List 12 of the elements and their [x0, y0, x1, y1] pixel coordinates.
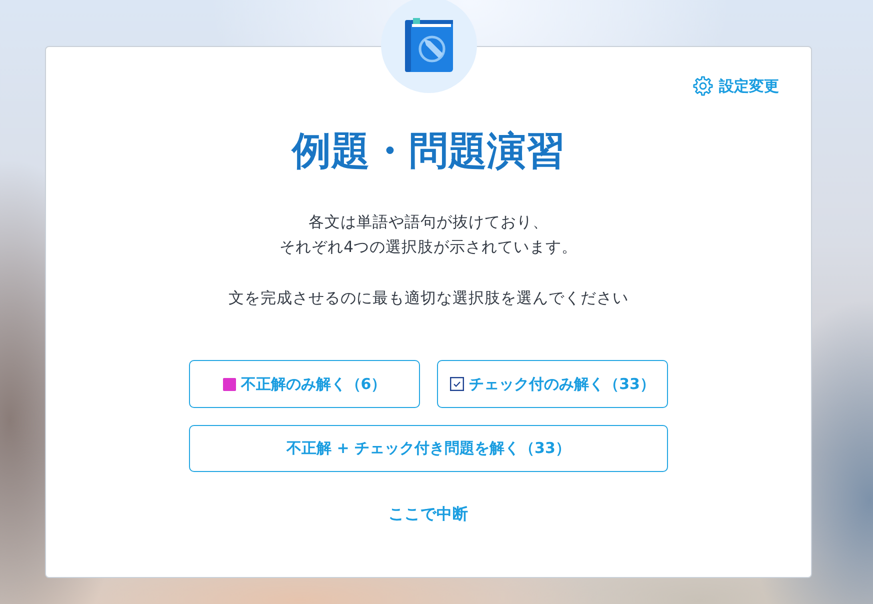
- solve-button[interactable]: 不正解のみ解く（6）: [189, 360, 420, 408]
- settings-link[interactable]: 設定変更: [693, 74, 779, 98]
- quit-link[interactable]: ここで中断: [388, 502, 468, 526]
- instruction-text: 文を完成させるのに最も適切な選択肢を選んでください: [228, 288, 628, 309]
- solve-button[interactable]: 不正解 + チェック付き問題を解く（33）: [189, 425, 668, 472]
- solve-button[interactable]: チェック付のみ解く（33）: [437, 360, 668, 408]
- settings-icon: [693, 76, 713, 96]
- checkbox-icon: [450, 377, 464, 391]
- page-title: 例題・問題演習: [292, 129, 565, 175]
- square-marker-icon: [222, 378, 236, 390]
- instruction-text: それぞれ4つの選択肢が示されています。: [280, 237, 578, 258]
- instruction-text: 各文は単語や語句が抜けており、: [308, 212, 548, 233]
